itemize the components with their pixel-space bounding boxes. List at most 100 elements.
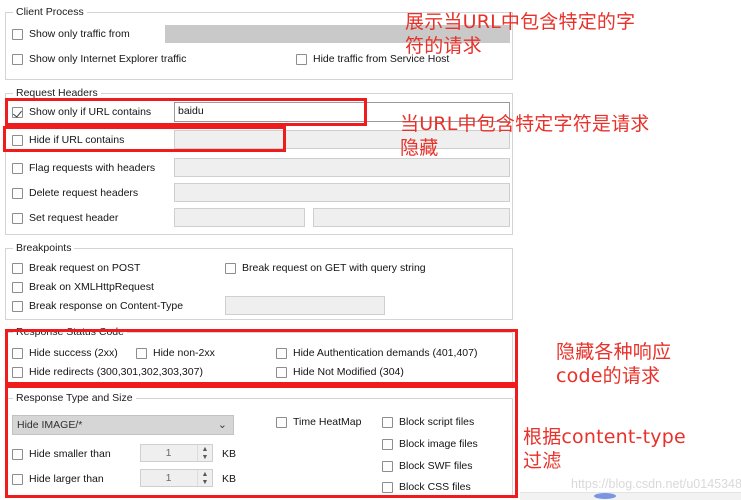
checkbox-box[interactable] (12, 281, 23, 293)
checkbox-label: Hide Not Modified (304) (293, 366, 404, 378)
checkbox-label: Show only traffic from (29, 28, 130, 40)
checkbox-box[interactable] (12, 134, 23, 146)
checkbox-break-request-on-get-query[interactable]: Break request on GET with query string (225, 262, 426, 274)
checkbox-label: Hide Authentication demands (401,407) (293, 347, 478, 359)
screenshot-root: Client Process Show only traffic from Sh… (0, 0, 741, 500)
chevron-down-icon: ⌄ (217, 419, 227, 431)
checkbox-label: Block image files (399, 438, 478, 450)
checkbox-label: Break on XMLHttpRequest (29, 281, 154, 293)
checkbox-label: Break request on GET with query string (242, 262, 426, 274)
group-response-type-and-size-title: Response Type and Size (13, 392, 136, 404)
stepper-up-icon[interactable]: ▲ (198, 470, 212, 478)
csdn-watermark: https://blog.csdn.net/u014534808 (571, 477, 741, 491)
checkbox-box[interactable] (12, 187, 23, 199)
checkbox-box[interactable] (136, 347, 147, 359)
checkbox-hide-smaller-than[interactable]: Hide smaller than (12, 448, 111, 460)
group-client-process-title: Client Process (13, 6, 87, 18)
checkbox-label: Show only if URL contains (29, 106, 152, 118)
checkbox-flag-requests-with-headers[interactable]: Flag requests with headers (12, 162, 155, 174)
hide-smaller-than-unit: KB (222, 448, 237, 460)
annotation-url-hide: 当URL中包含特定字符是请求 隐藏 (400, 113, 650, 159)
checkbox-block-css-files[interactable]: Block CSS files (382, 481, 471, 493)
checkbox-label: Break request on POST (29, 262, 141, 274)
checkbox-hide-larger-than[interactable]: Hide larger than (12, 473, 104, 485)
stepper-down-icon[interactable]: ▼ (198, 453, 212, 461)
break-content-type-input[interactable] (225, 296, 385, 315)
checkbox-label: Break response on Content-Type (29, 300, 184, 312)
checkbox-box[interactable] (12, 28, 23, 40)
checkbox-hide-redirects[interactable]: Hide redirects (300,301,302,303,307) (12, 366, 203, 378)
hide-larger-than-stepper[interactable]: 1 ▲ ▼ (140, 469, 213, 487)
checkbox-block-script-files[interactable]: Block script files (382, 416, 474, 428)
checkbox-break-response-on-content-type[interactable]: Break response on Content-Type (12, 300, 183, 312)
checkbox-label: Hide redirects (300,301,302,303,307) (29, 366, 203, 378)
stepper-arrows[interactable]: ▲ ▼ (197, 445, 212, 461)
blue-indicator-dot (594, 493, 616, 499)
checkbox-box[interactable] (296, 53, 307, 65)
checkbox-label: Hide non-2xx (153, 347, 215, 359)
checkbox-block-image-files[interactable]: Block image files (382, 438, 478, 450)
checkbox-break-request-on-post[interactable]: Break request on POST (12, 262, 140, 274)
set-request-header-value-input[interactable] (313, 208, 510, 227)
checkbox-break-on-xmlhttprequest[interactable]: Break on XMLHttpRequest (12, 281, 154, 293)
set-request-header-name-input[interactable] (174, 208, 305, 227)
checkbox-label: Hide larger than (29, 473, 104, 485)
checkbox-show-only-if-url-contains[interactable]: Show only if URL contains (12, 106, 151, 118)
checkbox-box[interactable] (382, 460, 393, 472)
hide-smaller-than-stepper[interactable]: 1 ▲ ▼ (140, 444, 213, 462)
checkbox-box[interactable] (382, 438, 393, 450)
checkbox-block-swf-files[interactable]: Block SWF files (382, 460, 473, 472)
checkbox-set-request-header[interactable]: Set request header (12, 212, 118, 224)
checkbox-box[interactable] (12, 212, 23, 224)
checkbox-box[interactable] (225, 262, 236, 274)
checkbox-hide-not-modified[interactable]: Hide Not Modified (304) (276, 366, 404, 378)
checkbox-label: Delete request headers (29, 187, 139, 199)
checkbox-label: Block CSS files (399, 481, 471, 493)
response-type-combobox[interactable]: Hide IMAGE/* ⌄ (12, 415, 234, 435)
checkbox-delete-request-headers[interactable]: Delete request headers (12, 187, 138, 199)
hide-smaller-than-value: 1 (165, 447, 172, 459)
checkbox-box[interactable] (12, 347, 23, 359)
checkbox-label: Hide success (2xx) (29, 347, 118, 359)
checkbox-time-heatmap[interactable]: Time HeatMap (276, 416, 361, 428)
checkbox-box[interactable] (382, 416, 393, 428)
checkbox-hide-non-2xx[interactable]: Hide non-2xx (136, 347, 215, 359)
checkbox-box[interactable] (382, 481, 393, 493)
flag-requests-input[interactable] (174, 158, 510, 177)
checkbox-box[interactable] (12, 300, 23, 312)
checkbox-label: Hide if URL contains (29, 134, 125, 146)
group-response-status-code-title: Response Status Code (13, 326, 127, 338)
checkbox-box[interactable] (276, 416, 287, 428)
checkbox-box[interactable] (276, 366, 287, 378)
annotation-url-contains: 展示当URL中包含特定的字 符的请求 (405, 11, 636, 57)
checkbox-show-only-traffic-from[interactable]: Show only traffic from (12, 28, 130, 40)
checkbox-box[interactable] (276, 347, 287, 359)
checkbox-label: Block script files (399, 416, 475, 428)
checkbox-hide-if-url-contains[interactable]: Hide if URL contains (12, 134, 124, 146)
checkbox-hide-authentication-demands[interactable]: Hide Authentication demands (401,407) (276, 347, 477, 359)
delete-request-headers-input[interactable] (174, 183, 510, 202)
group-breakpoints-title: Breakpoints (13, 242, 75, 254)
checkbox-hide-success-2xx[interactable]: Hide success (2xx) (12, 347, 118, 359)
annotation-content-type: 根据content-type 过滤 (523, 426, 686, 472)
checkbox-box[interactable] (12, 448, 23, 460)
response-type-combobox-value: Hide IMAGE/* (17, 419, 83, 431)
checkbox-box[interactable] (12, 473, 23, 485)
checkbox-box[interactable] (12, 53, 23, 65)
checkbox-box[interactable] (12, 366, 23, 378)
group-request-headers-title: Request Headers (13, 87, 101, 99)
checkbox-box[interactable] (12, 162, 23, 174)
stepper-up-icon[interactable]: ▲ (198, 445, 212, 453)
checkbox-label: Hide smaller than (29, 448, 111, 460)
checkbox-label: Block SWF files (399, 460, 473, 472)
stepper-arrows[interactable]: ▲ ▼ (197, 470, 212, 486)
checkbox-show-only-ie-traffic[interactable]: Show only Internet Explorer traffic (12, 53, 186, 65)
checkbox-box[interactable] (12, 262, 23, 274)
checkbox-label: Time HeatMap (293, 416, 362, 428)
bottom-edge-strip (520, 492, 741, 500)
checkbox-box[interactable] (12, 106, 23, 118)
hide-larger-than-unit: KB (222, 473, 237, 485)
stepper-down-icon[interactable]: ▼ (198, 478, 212, 486)
checkbox-label: Set request header (29, 212, 119, 224)
checkbox-label: Show only Internet Explorer traffic (29, 53, 187, 65)
